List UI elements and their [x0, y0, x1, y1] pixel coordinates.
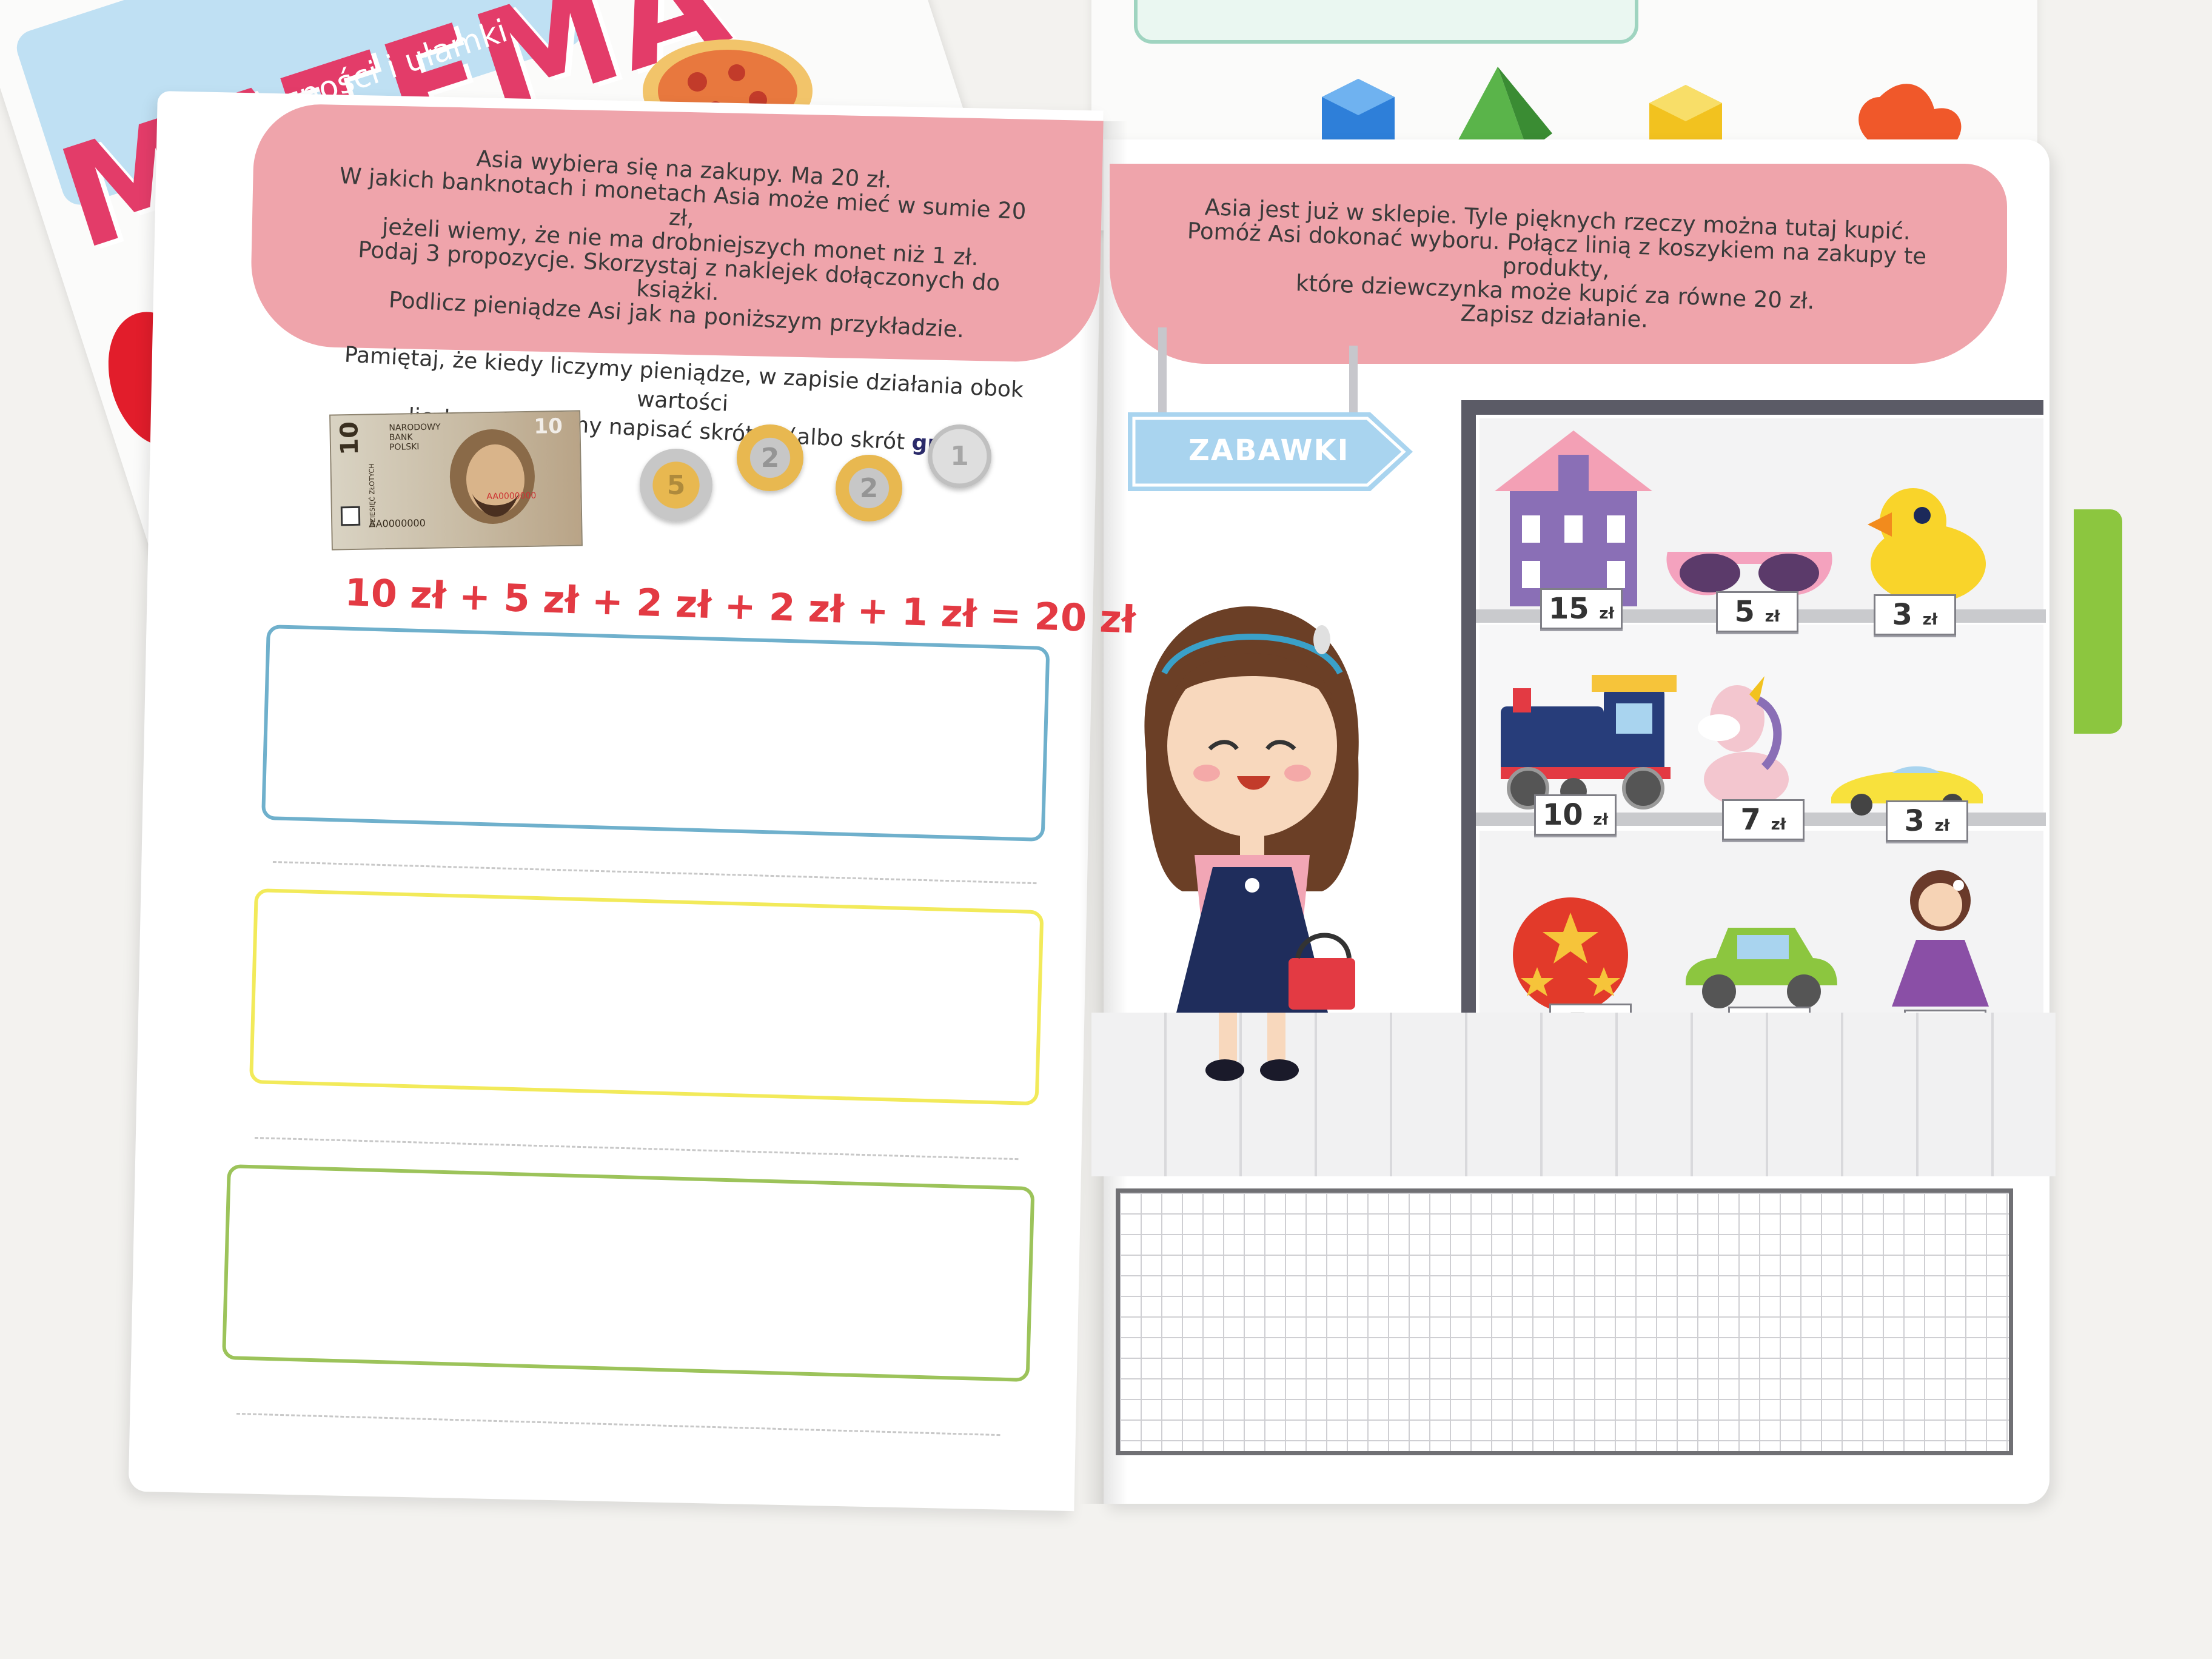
sign-pole-right	[1349, 346, 1358, 418]
unicorn-toy[interactable]	[1692, 676, 1801, 809]
price-tag-duck: 3 zł	[1874, 594, 1956, 635]
price-dollhouse: 15	[1548, 592, 1589, 626]
price-duck: 3	[1892, 598, 1912, 632]
price-race-car: 3	[1904, 804, 1925, 838]
price-tag-train: 10 zł	[1534, 794, 1617, 836]
left-instruction-text: Asia wybiera się na zakupy. Ma 20 zł. W …	[330, 139, 1030, 345]
answer-box-blue[interactable]	[261, 625, 1050, 842]
coin-2-zl-a: 2	[737, 424, 803, 491]
banknote-serial: AA0000000	[369, 517, 426, 530]
coin-5-value: 5	[666, 469, 686, 501]
price-unicorn: 7	[1740, 803, 1761, 837]
unit-duck: zł	[1922, 611, 1938, 629]
sign-pole-left	[1158, 327, 1167, 418]
unit-dollhouse: zł	[1599, 605, 1615, 623]
price-tag-dollhouse: 15 zł	[1540, 588, 1623, 629]
price-train: 10	[1542, 798, 1583, 832]
coin-1-zl: 1	[928, 424, 991, 488]
unit-sunglasses: zł	[1765, 608, 1780, 626]
banknote-portrait-icon	[449, 429, 535, 524]
coin-5-zl: 5	[640, 449, 712, 521]
price-tag-unicorn: 7 zł	[1722, 799, 1805, 840]
ball-toy[interactable]	[1510, 894, 1631, 1016]
price-tag-race-car: 3 zł	[1886, 800, 1968, 842]
price-sunglasses: 5	[1734, 595, 1755, 629]
price-tag-sunglasses: 5 zł	[1716, 591, 1798, 632]
coin-1-value: 1	[950, 441, 969, 472]
coin-2a-value: 2	[760, 442, 780, 474]
banknote-corner-value: 10	[534, 414, 563, 439]
unit-unicorn: zł	[1771, 816, 1786, 834]
coin-2-zl-b: 2	[836, 455, 902, 521]
page-tab-green	[2074, 509, 2122, 734]
toy-car[interactable]	[1674, 916, 1843, 1019]
doll-toy[interactable]	[1880, 867, 2001, 1019]
train-toy[interactable]	[1501, 670, 1683, 809]
grid-answer-box[interactable]	[1116, 1188, 2013, 1455]
banknote-square	[340, 506, 361, 526]
duck-toy[interactable]	[1855, 473, 1989, 606]
answer-box-yellow[interactable]	[249, 888, 1044, 1106]
dollhouse-toy[interactable]	[1495, 431, 1652, 606]
coin-2b-value: 2	[859, 472, 879, 504]
banknote-10-zl: 10 NARODOWY BANK POLSKI DZIESIĘĆ ZŁOTYCH…	[329, 410, 583, 551]
banknote-serial-red: AA0000000	[486, 491, 537, 502]
girl-asia-illustration	[1144, 606, 1359, 1081]
unit-race-car: zł	[1934, 817, 1950, 835]
unit-train: zł	[1593, 811, 1609, 829]
banknote-value: 10	[335, 421, 364, 456]
answer-box-green[interactable]	[222, 1164, 1035, 1382]
background-book-right-band	[1134, 0, 1638, 44]
zabawki-sign-label: ZABAWKI	[1188, 434, 1350, 468]
